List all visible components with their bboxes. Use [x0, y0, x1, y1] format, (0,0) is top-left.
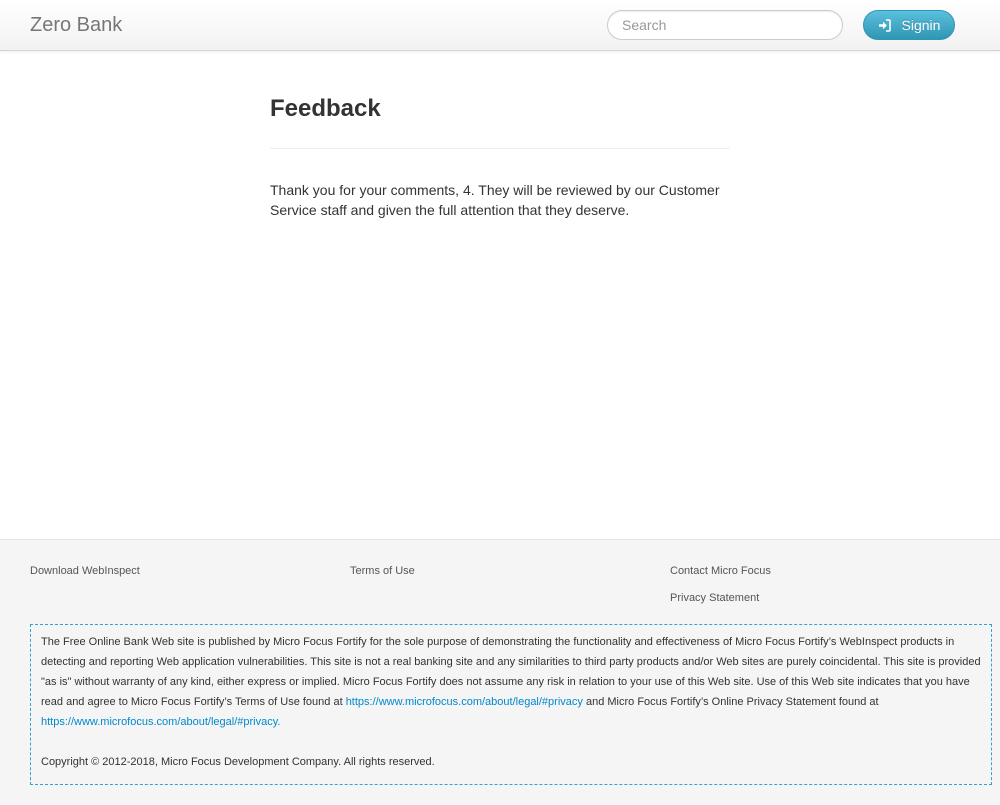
title-divider [270, 148, 730, 149]
privacy-legal-link[interactable]: https://www.microfocus.com/about/legal/#… [41, 716, 280, 728]
terms-legal-link[interactable]: https://www.microfocus.com/about/legal/#… [346, 696, 583, 708]
privacy-statement-link[interactable]: Privacy Statement [670, 591, 759, 605]
sign-in-icon [878, 18, 891, 32]
main-content: Feedback Thank you for your comments, 4.… [270, 90, 730, 220]
terms-of-use-link[interactable]: Terms of Use [350, 564, 415, 578]
footer: Download WebInspect Terms of Use Contact… [0, 539, 1000, 805]
navbar: Zero Bank Signin [0, 0, 1000, 51]
contact-micro-focus-link[interactable]: Contact Micro Focus [670, 564, 771, 578]
disclaimer-part2: and Micro Focus Fortify’s Online Privacy… [582, 696, 879, 708]
feedback-confirmation-message: Thank you for your comments, 4. They wil… [270, 182, 720, 218]
download-webinspect-link[interactable]: Download WebInspect [30, 564, 140, 578]
brand-logo[interactable]: Zero Bank [30, 12, 122, 38]
disclaimer-text: The Free Online Bank Web site is publish… [41, 632, 981, 732]
signin-label: Signin [901, 17, 941, 33]
page-title: Feedback [270, 95, 381, 122]
signin-button[interactable]: Signin [863, 10, 955, 40]
copyright-text: Copyright © 2012-2018, Micro Focus Devel… [41, 756, 435, 768]
search-input[interactable] [607, 10, 843, 40]
disclaimer-box: The Free Online Bank Web site is publish… [30, 624, 992, 785]
